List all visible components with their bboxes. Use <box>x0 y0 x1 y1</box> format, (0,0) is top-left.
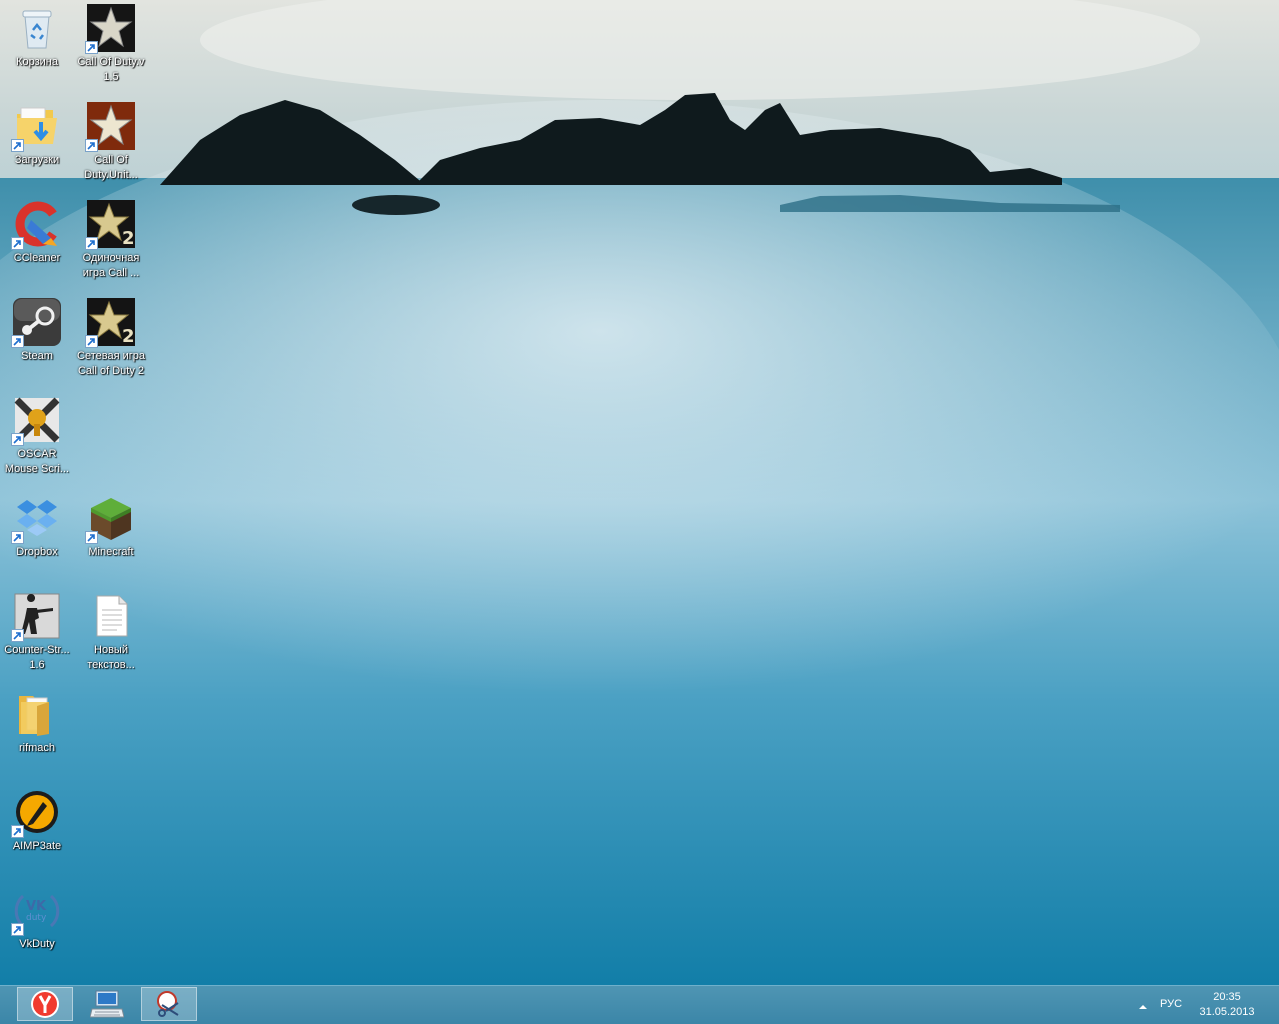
yandex-browser-icon <box>31 990 59 1018</box>
clock-time: 20:35 <box>1213 991 1241 1003</box>
shortcut-arrow-icon <box>11 825 24 838</box>
svg-text:VK: VK <box>26 899 47 914</box>
svg-text:duty: duty <box>26 913 47 923</box>
desktop-icon-aimp3ate[interactable]: AIMP3ate <box>0 784 74 874</box>
desktop-icon-label: Новый текстов... <box>87 644 135 671</box>
desktop-icon-label: rifmach <box>18 742 56 754</box>
desktop-icon-rifmach[interactable]: rifmach <box>0 686 74 776</box>
desktop-icon-label: VkDuty <box>19 938 55 950</box>
desktop-icon-label: Steam <box>21 350 53 362</box>
desktop-icon-label: Call Of Duty.Unit... <box>84 154 138 181</box>
desktop-icon-label: Counter-Str... 1.6 <box>4 644 70 671</box>
shortcut-arrow-icon <box>85 41 98 54</box>
snipping-tool-icon <box>157 991 179 1017</box>
desktop-icon-oscar-mouse-script[interactable]: OSCAR Mouse Scri... <box>0 392 74 482</box>
taskbar-button-snipping-tool[interactable] <box>141 987 197 1021</box>
desktop-wallpaper <box>0 0 1279 985</box>
desktop-icon-minecraft[interactable]: Minecraft <box>74 490 148 580</box>
desktop-icon-counter-strike[interactable]: Counter-Str... 1.6 <box>0 588 74 678</box>
desktop-icon-label: Загрузки <box>14 154 60 166</box>
shortcut-arrow-icon <box>85 335 98 348</box>
desktop-icon-call-of-duty-v15[interactable]: Call Of Duty.v 1.5 <box>74 0 148 90</box>
shortcut-arrow-icon <box>11 335 24 348</box>
shortcut-arrow-icon <box>85 139 98 152</box>
input-language-indicator[interactable]: РУС <box>1160 998 1182 1010</box>
taskbar: РУС 20:35 31.05.2013 <box>0 985 1279 1024</box>
shortcut-arrow-icon <box>11 433 24 446</box>
shortcut-arrow-icon <box>11 531 24 544</box>
show-hidden-icons-button[interactable] <box>1137 998 1149 1010</box>
desktop-icon-dropbox[interactable]: Dropbox <box>0 490 74 580</box>
desktop-icon-call-of-duty-united[interactable]: Call Of Duty.Unit... <box>74 98 148 188</box>
desktop-icon-label: AIMP3ate <box>12 840 62 852</box>
svg-text:2: 2 <box>122 326 135 346</box>
desktop-icon-label: Одиночная игра Call ... <box>82 252 140 279</box>
desktop-icon-call-of-duty-2-single[interactable]: 2 Одиночная игра Call ... <box>74 196 148 286</box>
folder-icon <box>19 696 49 736</box>
text-document-icon <box>96 595 128 637</box>
recycle-bin-icon <box>22 10 52 49</box>
desktop-icon-label: OSCAR Mouse Scri... <box>4 448 70 475</box>
shortcut-arrow-icon <box>11 237 24 250</box>
desktop-icon-label: Сетевая игра Call of Duty 2 <box>77 350 145 377</box>
desktop-icon-vkduty[interactable]: VK duty VkDuty <box>0 882 74 972</box>
desktop-icon-recycle-bin[interactable]: Корзина <box>0 0 74 90</box>
shortcut-arrow-icon <box>11 139 24 152</box>
shortcut-arrow-icon <box>11 923 24 936</box>
chevron-up-icon <box>1139 1005 1147 1009</box>
computer-keyboard-icon <box>90 990 124 1018</box>
desktop-icon-label: Корзина <box>16 56 58 68</box>
clock-date: 31.05.2013 <box>1199 1006 1255 1018</box>
shortcut-arrow-icon <box>85 531 98 544</box>
desktop-icon-label: Call Of Duty.v 1.5 <box>77 56 145 83</box>
desktop-icon-new-text-document[interactable]: Новый текстов... <box>74 588 148 678</box>
shortcut-arrow-icon <box>11 629 24 642</box>
desktop-icon-downloads[interactable]: Загрузки <box>0 98 74 188</box>
taskbar-button-yandex-browser[interactable] <box>17 987 73 1021</box>
shortcut-arrow-icon <box>85 237 98 250</box>
svg-text:2: 2 <box>122 228 135 248</box>
desktop-icon-ccleaner[interactable]: CCleaner <box>0 196 74 286</box>
desktop-icon-label: CCleaner <box>13 252 61 264</box>
desktop-icon-steam[interactable]: Steam <box>0 294 74 384</box>
tray-clock[interactable]: 20:35 31.05.2013 <box>1196 990 1258 1020</box>
taskbar-button-on-screen-keyboard[interactable] <box>79 987 135 1021</box>
desktop-icon-label: Dropbox <box>16 546 58 558</box>
desktop-icon-call-of-duty-2-multiplayer[interactable]: 2 Сетевая игра Call of Duty 2 <box>74 294 148 384</box>
desktop-icon-label: Minecraft <box>88 546 134 558</box>
